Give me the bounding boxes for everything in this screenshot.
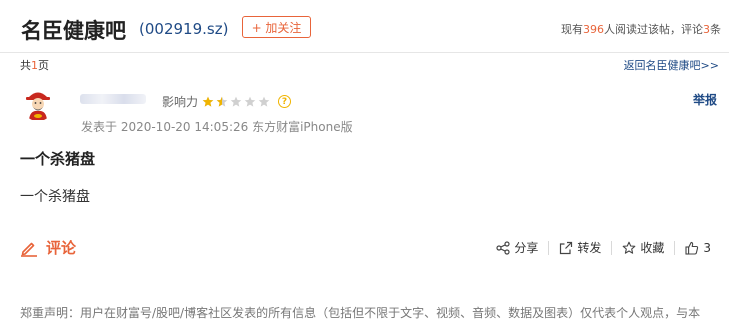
- comment-tab-label: 评论: [46, 239, 77, 257]
- read-stats: 现有396人阅读过该帖，评论3条: [561, 21, 721, 37]
- influence-rating: 影响力 ?: [162, 93, 292, 110]
- follow-button[interactable]: + 加关注: [242, 16, 311, 38]
- comment-count: 3: [703, 23, 710, 36]
- post-body: 一个杀猪盘: [20, 189, 90, 205]
- post-meta: 发表于 2020-10-20 14:05:26 东方财富iPhone版: [81, 120, 353, 134]
- god-of-wealth-avatar-icon: [21, 87, 55, 121]
- influence-label: 影响力: [162, 95, 199, 109]
- pencil-icon: [21, 242, 37, 257]
- star-outline-icon: [622, 241, 636, 254]
- like-count: 3: [703, 240, 711, 255]
- stats-suffix: 条: [710, 23, 721, 36]
- like-button[interactable]: 3: [675, 241, 711, 255]
- share-label: 分享: [514, 241, 539, 255]
- rating-star-icon: [230, 96, 242, 107]
- page-count-suffix: 页: [38, 59, 49, 72]
- stock-code[interactable]: (002919.sz): [139, 20, 228, 38]
- page-count-number: 1: [31, 59, 38, 72]
- influence-stars: [202, 96, 272, 108]
- disclaimer-text: 郑重声明：用户在财富号/股吧/博客社区发表的所有信息（包括但不限于文字、视频、音…: [20, 306, 701, 320]
- comment-tab[interactable]: 评论: [20, 237, 76, 258]
- repost-label: 转发: [577, 241, 602, 255]
- username-blurred[interactable]: [80, 91, 150, 106]
- help-icon[interactable]: ?: [278, 95, 292, 108]
- repost-button[interactable]: 转发: [549, 239, 611, 256]
- follow-button-label: + 加关注: [251, 20, 302, 35]
- post-title: 一个杀猪盘: [20, 150, 96, 168]
- page-count-prefix: 共: [20, 59, 31, 72]
- rating-star-icon: [258, 96, 270, 107]
- repost-icon: [560, 241, 573, 254]
- thumbs-up-icon: [685, 241, 699, 255]
- stats-prefix: 现有: [561, 23, 583, 36]
- favorite-label: 收藏: [640, 241, 665, 255]
- post-actions: 分享 转发 收藏 3: [486, 239, 711, 256]
- avatar[interactable]: [21, 87, 55, 121]
- page-count: 共1页: [20, 57, 49, 73]
- reader-count: 396: [583, 23, 604, 36]
- favorite-button[interactable]: 收藏: [612, 239, 674, 256]
- rating-star-icon: [244, 96, 256, 107]
- back-to-bar-link[interactable]: 返回名臣健康吧>>: [624, 57, 719, 73]
- share-icon: [496, 240, 510, 255]
- bar-title[interactable]: 名臣健康吧: [21, 15, 126, 45]
- share-button[interactable]: 分享: [486, 239, 548, 256]
- rating-star-icon: [202, 96, 214, 107]
- report-button[interactable]: 举报: [693, 91, 717, 108]
- rating-star-icon: [216, 96, 228, 107]
- stats-middle: 人阅读过该帖，评论: [604, 23, 703, 36]
